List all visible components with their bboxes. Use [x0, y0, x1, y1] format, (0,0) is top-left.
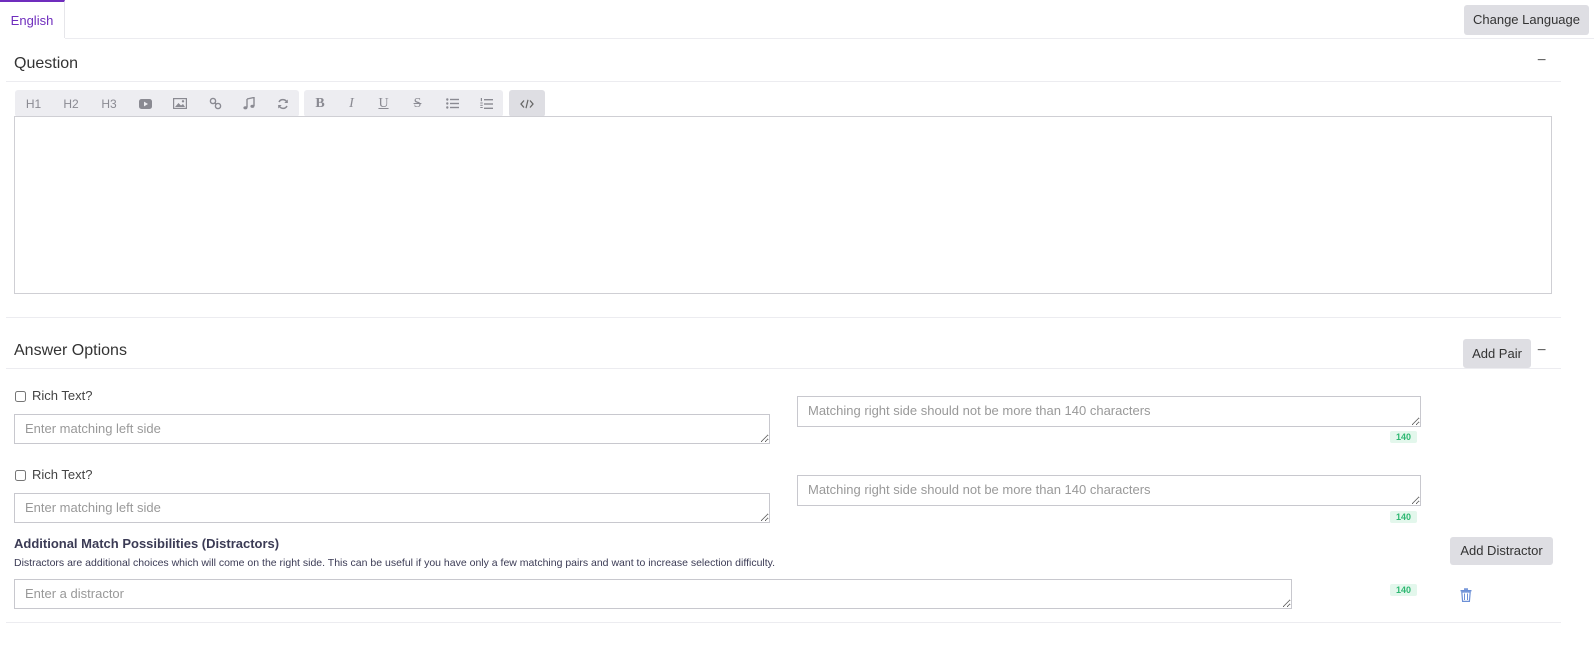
change-language-button[interactable]: Change Language	[1464, 5, 1589, 35]
add-distractor-button[interactable]: Add Distractor	[1450, 537, 1553, 565]
answer-options-title: Answer Options	[14, 342, 127, 359]
rich-text-label: Rich Text?	[32, 467, 93, 482]
bullet-list-icon[interactable]	[435, 90, 470, 117]
tab-divider	[65, 38, 1594, 39]
editor-toolbar-group-source	[509, 90, 545, 117]
rich-text-checkbox[interactable]	[15, 470, 26, 481]
question-divider	[6, 81, 1561, 82]
matching-left-input[interactable]	[14, 414, 770, 444]
rich-text-label: Rich Text?	[32, 388, 93, 403]
video-icon[interactable]	[128, 90, 162, 117]
character-counter-badge: 140	[1390, 431, 1417, 443]
distractors-heading: Additional Match Possibilities (Distract…	[14, 536, 280, 551]
h3-button[interactable]: H3	[90, 90, 128, 117]
character-counter-badge: 140	[1390, 511, 1417, 523]
question-section-bottom-divider	[6, 317, 1561, 318]
h2-button[interactable]: H2	[52, 90, 90, 117]
distractor-input[interactable]	[14, 579, 1292, 609]
editor-toolbar-group-formatting: B I U S	[304, 90, 503, 117]
matching-right-input[interactable]	[797, 475, 1421, 506]
numbered-list-icon[interactable]	[470, 90, 503, 117]
code-view-icon[interactable]	[509, 90, 545, 117]
answer-options-collapse-button[interactable]: −	[1537, 342, 1546, 360]
underline-button[interactable]: U	[367, 90, 400, 117]
tab-english[interactable]: English	[0, 0, 65, 38]
rich-text-checkbox[interactable]	[15, 391, 26, 402]
editor-toolbar-group-headings-media: H1 H2 H3	[15, 90, 299, 117]
add-pair-button[interactable]: Add Pair	[1463, 339, 1531, 368]
question-collapse-button[interactable]: −	[1537, 52, 1546, 70]
image-icon[interactable]	[162, 90, 198, 117]
strikethrough-button[interactable]: S	[400, 90, 435, 117]
bold-button[interactable]: B	[304, 90, 336, 117]
matching-left-input[interactable]	[14, 493, 770, 523]
answer-options-bottom-divider	[6, 622, 1561, 623]
refresh-icon[interactable]	[266, 90, 299, 117]
italic-button[interactable]: I	[336, 90, 367, 117]
answer-options-divider	[6, 368, 1561, 369]
h1-button[interactable]: H1	[15, 90, 52, 117]
music-icon[interactable]	[232, 90, 266, 117]
question-section-title: Question	[14, 55, 79, 72]
question-editor[interactable]	[14, 116, 1552, 294]
matching-right-input[interactable]	[797, 396, 1421, 427]
link-icon[interactable]	[198, 90, 232, 117]
distractors-description: Distractors are additional choices which…	[14, 557, 776, 569]
character-counter-badge: 140	[1390, 584, 1417, 596]
trash-icon[interactable]	[1460, 588, 1472, 602]
